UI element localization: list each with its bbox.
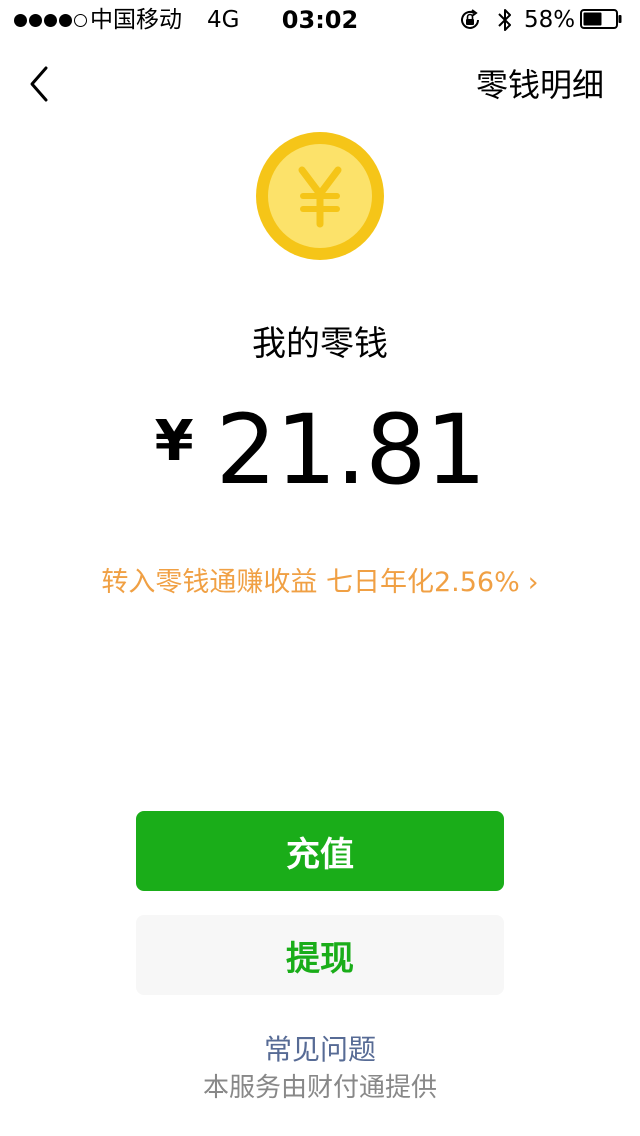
balance-amount: 21.81	[215, 394, 487, 506]
bluetooth-icon	[498, 9, 511, 31]
recharge-button[interactable]: 充值	[136, 811, 504, 891]
status-bar: 中国移动 4G 03:02 58%	[0, 0, 640, 40]
withdraw-button[interactable]: 提现	[136, 915, 504, 995]
faq-link[interactable]: 常见问题	[0, 1032, 640, 1068]
change-details-link[interactable]: 零钱明细	[476, 65, 604, 105]
service-provider-text: 本服务由财付通提供	[202, 1073, 437, 1103]
balance-display: ¥ 21.81	[0, 400, 640, 500]
battery-percentage: 58%	[524, 7, 576, 33]
chevron-right-icon: ›	[527, 567, 539, 598]
page-title: 我的零钱	[252, 324, 388, 364]
promo-text: 转入零钱通赚收益 七日年化2.56%	[101, 567, 520, 598]
lingqiantong-promo-link[interactable]: 转入零钱通赚收益 七日年化2.56% ›	[0, 564, 640, 602]
chevron-left-icon	[30, 66, 48, 102]
back-button[interactable]	[26, 62, 62, 106]
battery-icon	[580, 9, 622, 29]
currency-symbol: ¥	[154, 409, 194, 474]
rotation-lock-icon	[461, 9, 479, 29]
yuan-coin-icon	[256, 132, 384, 260]
